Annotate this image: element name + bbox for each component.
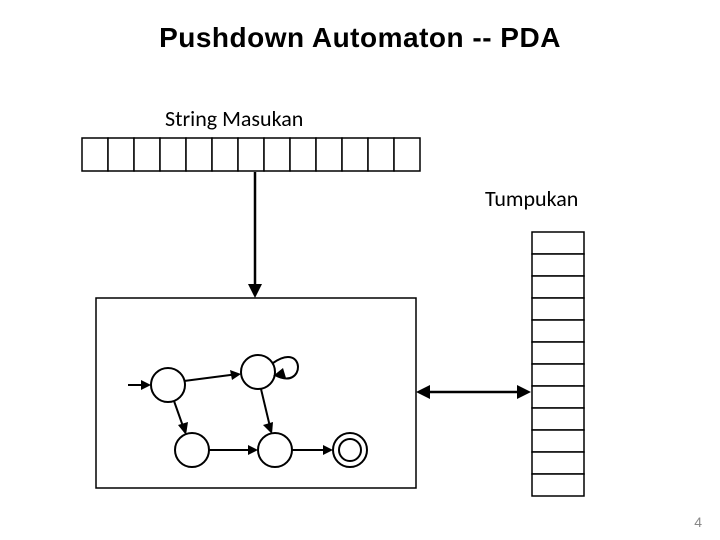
tape-cell: [212, 138, 238, 171]
states-box: [96, 298, 416, 488]
tape-cell: [342, 138, 368, 171]
stack-cell: [532, 474, 584, 496]
tape-cell: [238, 138, 264, 171]
stack-cell: [532, 298, 584, 320]
stack-cell: [532, 408, 584, 430]
stack-cell: [532, 276, 584, 298]
page-number: 4: [694, 514, 702, 530]
tape-cell: [82, 138, 108, 171]
diagram-svg: [0, 0, 720, 540]
stack-cell: [532, 452, 584, 474]
accepting-state: [333, 433, 367, 467]
stack-cell: [532, 386, 584, 408]
stack-column: [532, 232, 584, 496]
arrow-tape-to-states: [248, 172, 262, 298]
tape-cell: [316, 138, 342, 171]
tape-cell: [290, 138, 316, 171]
tape-cell: [394, 138, 420, 171]
stack-cell: [532, 430, 584, 452]
tape-cell: [264, 138, 290, 171]
state-node: [241, 355, 275, 389]
stack-cell: [532, 342, 584, 364]
tape-cell: [134, 138, 160, 171]
tape-cell: [108, 138, 134, 171]
stack-cell: [532, 320, 584, 342]
stack-cell: [532, 254, 584, 276]
arrow-states-stack: [416, 385, 531, 399]
stack-cell: [532, 364, 584, 386]
tape-cell: [160, 138, 186, 171]
tape-cell: [368, 138, 394, 171]
tape-cell: [186, 138, 212, 171]
stack-cell: [532, 232, 584, 254]
state-node: [151, 368, 185, 402]
state-node: [175, 433, 209, 467]
state-node: [258, 433, 292, 467]
input-tape: [82, 138, 420, 171]
